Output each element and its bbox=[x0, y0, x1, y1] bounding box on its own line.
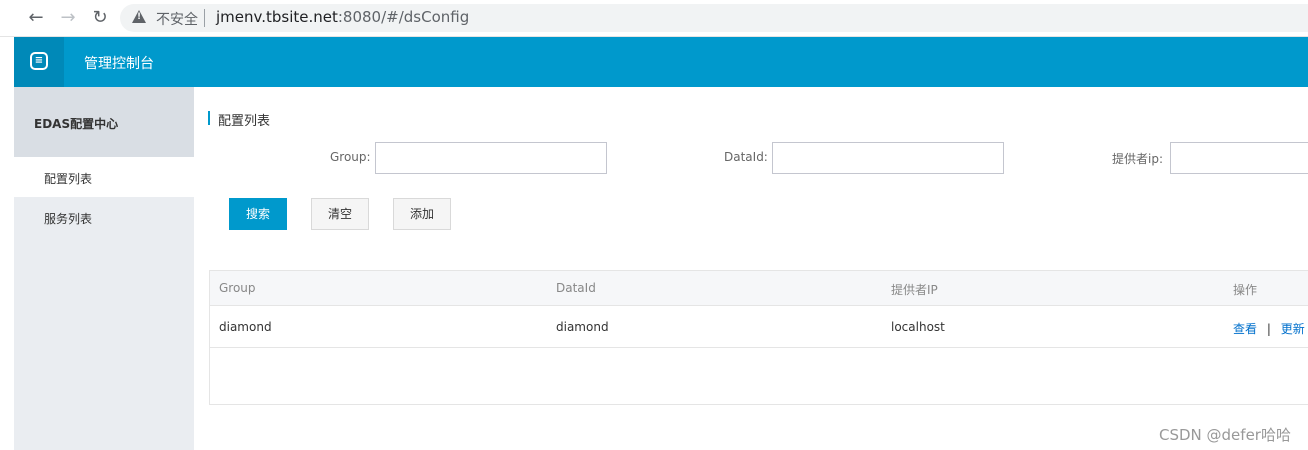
arrow-right-icon[interactable]: → bbox=[58, 8, 78, 28]
column-header-group: Group bbox=[219, 281, 256, 295]
address-bar[interactable]: 不安全 jmenv.tbsite.net:8080/#/dsConfig bbox=[120, 4, 1308, 32]
table-row: diamond diamond localhost 查看 | 更新 bbox=[210, 306, 1308, 348]
sidebar-header: EDAS配置中心 bbox=[14, 87, 194, 157]
logo-box[interactable]: ≡ bbox=[14, 37, 64, 87]
group-label: Group: bbox=[330, 150, 371, 164]
view-link[interactable]: 查看 bbox=[1233, 322, 1257, 336]
reload-icon[interactable]: ↻ bbox=[90, 8, 110, 28]
sidebar-item-label: 服务列表 bbox=[44, 212, 93, 226]
cell-dataid: diamond bbox=[556, 320, 609, 334]
search-button[interactable]: 搜索 bbox=[229, 198, 287, 230]
sidebar-item-config-list[interactable]: 配置列表 bbox=[14, 157, 194, 197]
config-table: Group DataId 提供者IP 操作 diamond diamond lo… bbox=[209, 270, 1308, 405]
url-divider bbox=[204, 9, 205, 27]
cell-group: diamond bbox=[219, 320, 272, 334]
dataid-label: DataId: bbox=[724, 150, 768, 164]
group-input[interactable] bbox=[375, 142, 607, 174]
console-header: ≡ 管理控制台 bbox=[14, 37, 1308, 87]
page-title: 配置列表 bbox=[218, 114, 271, 129]
url-host: jmenv.tbsite.net bbox=[216, 8, 338, 26]
title-accent-bar bbox=[208, 111, 210, 125]
url-path: :8080/#/dsConfig bbox=[337, 8, 470, 26]
column-header-actions: 操作 bbox=[1233, 283, 1258, 297]
table-header: Group DataId 提供者IP 操作 bbox=[210, 271, 1308, 306]
insecure-label[interactable]: 不安全 bbox=[156, 9, 198, 29]
url-text[interactable]: jmenv.tbsite.net:8080/#/dsConfig bbox=[216, 8, 469, 26]
sidebar-title: EDAS配置中心 bbox=[34, 117, 119, 131]
browser-toolbar: ← → ↻ 不安全 jmenv.tbsite.net:8080/#/dsConf… bbox=[0, 0, 1308, 37]
clear-button[interactable]: 清空 bbox=[311, 198, 369, 230]
watermark: CSDN @defer哈哈 bbox=[1159, 426, 1291, 444]
sidebar: EDAS配置中心 配置列表 服务列表 bbox=[14, 87, 194, 450]
action-separator: | bbox=[1266, 322, 1271, 336]
column-header-provider-ip: 提供者IP bbox=[891, 283, 938, 297]
dataid-input[interactable] bbox=[772, 142, 1004, 174]
sidebar-item-service-list[interactable]: 服务列表 bbox=[14, 197, 194, 237]
add-button[interactable]: 添加 bbox=[393, 198, 451, 230]
warning-icon[interactable] bbox=[132, 10, 146, 23]
console-title[interactable]: 管理控制台 bbox=[84, 53, 154, 73]
provider-ip-input[interactable] bbox=[1170, 142, 1308, 174]
cloud-logo-icon: ≡ bbox=[30, 52, 48, 70]
update-link[interactable]: 更新 bbox=[1281, 322, 1305, 336]
cell-provider-ip: localhost bbox=[891, 320, 945, 334]
provider-ip-label: 提供者ip: bbox=[1112, 152, 1163, 166]
arrow-left-icon[interactable]: ← bbox=[26, 8, 46, 28]
sidebar-item-label: 配置列表 bbox=[44, 172, 93, 186]
cell-actions: 查看 | 更新 bbox=[1233, 320, 1305, 337]
column-header-dataid: DataId bbox=[556, 281, 596, 295]
